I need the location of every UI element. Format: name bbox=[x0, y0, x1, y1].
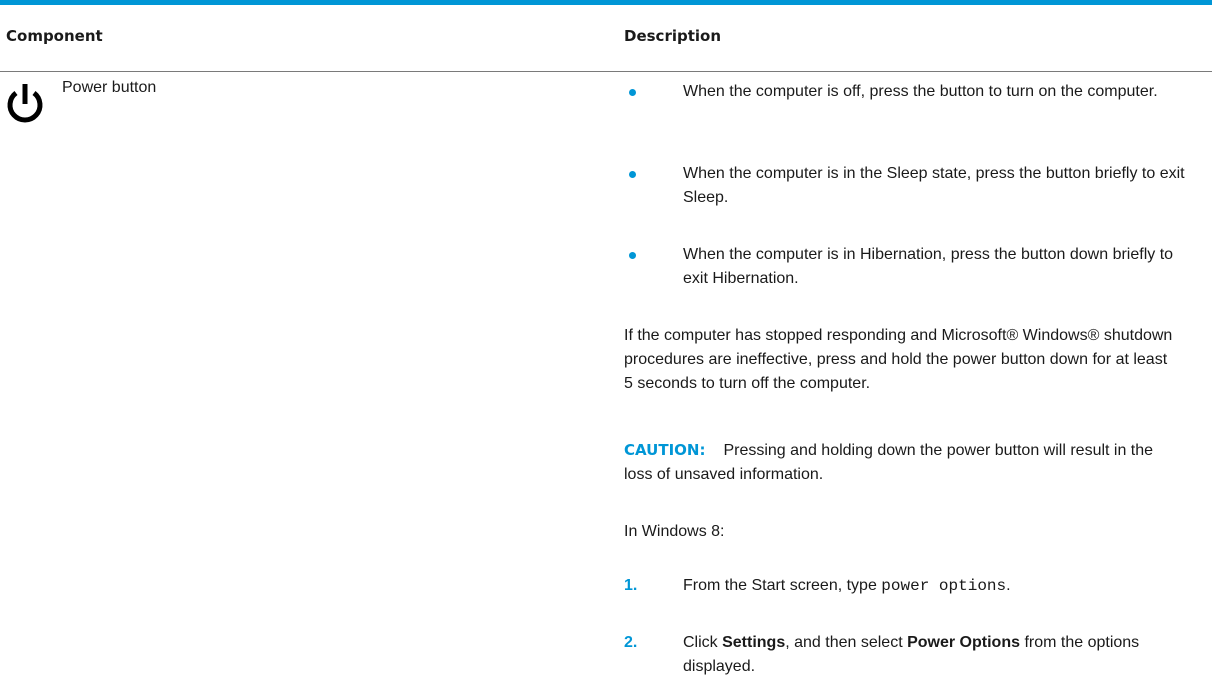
step-bold-settings: Settings bbox=[722, 634, 786, 651]
bullet-dot bbox=[629, 89, 636, 96]
windows-heading: In Windows 8: bbox=[624, 523, 725, 540]
bullet-dot bbox=[629, 252, 636, 259]
bullet-text: When the computer is in Hibernation, pre… bbox=[683, 246, 1174, 287]
table-header: Component Description bbox=[0, 5, 1212, 72]
caution-note: CAUTION: Pressing and holding down the po… bbox=[624, 438, 1184, 487]
step-bold-power-options: Power Options bbox=[907, 634, 1020, 651]
power-icon bbox=[3, 81, 47, 125]
component-name: Power button bbox=[62, 79, 157, 96]
step-code: power options bbox=[881, 577, 1007, 595]
step-text: From the Start screen, type power option… bbox=[683, 574, 1198, 598]
description-paragraph: If the computer has stopped responding a… bbox=[624, 327, 1173, 392]
bullet-text: When the computer is off, press the butt… bbox=[683, 83, 1158, 100]
bullet-dot bbox=[629, 171, 636, 178]
step-number: 2. bbox=[624, 634, 638, 651]
step-text-part: . bbox=[1006, 577, 1011, 594]
column-header-component: Component bbox=[6, 27, 103, 45]
step-text-part: , and then select bbox=[785, 634, 908, 651]
column-header-description: Description bbox=[624, 27, 722, 45]
step-number: 1. bbox=[624, 577, 638, 594]
bullet-text: When the computer is in the Sleep state,… bbox=[683, 165, 1185, 206]
step-text: Click Settings, and then select Power Op… bbox=[683, 631, 1183, 679]
step-text-part: Click bbox=[683, 634, 723, 651]
caution-label: CAUTION: bbox=[624, 441, 706, 459]
step-text-part: From the Start screen, type bbox=[683, 577, 882, 594]
